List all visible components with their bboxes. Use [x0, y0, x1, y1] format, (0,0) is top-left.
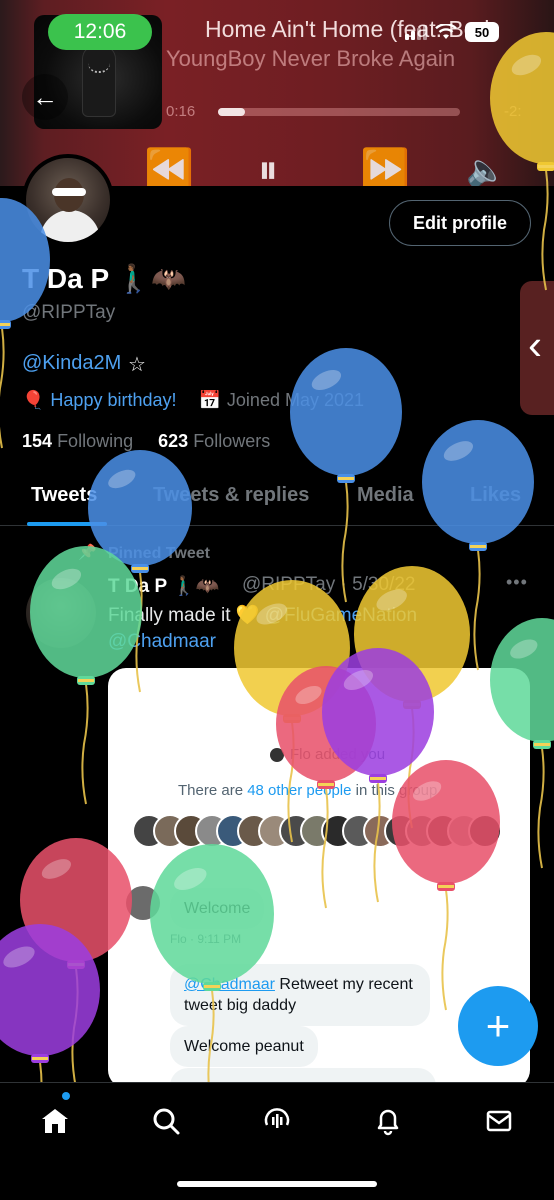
dm-member-avatar — [468, 814, 502, 848]
playback-progress-bar[interactable] — [218, 108, 460, 116]
airplay-speaker-icon[interactable]: 🔈 — [466, 150, 506, 186]
active-tab-indicator — [27, 522, 107, 526]
status-time: 12:06 — [48, 14, 152, 50]
chevron-left-icon: ‹ — [528, 321, 542, 368]
profile-avatar[interactable] — [22, 154, 114, 246]
joined-date: Joined May 2021 — [226, 390, 365, 410]
spaces-icon — [264, 1108, 290, 1128]
tweet-avatar[interactable] — [26, 578, 96, 648]
search-icon — [153, 1108, 180, 1135]
dm-message-meta: Flo · 9:11 PM — [170, 932, 242, 946]
followers-link[interactable]: 623 Followers — [158, 431, 270, 451]
nav-home[interactable] — [33, 1099, 77, 1143]
dm-group-count: There are 48 other people in this group — [178, 782, 438, 799]
tweet-author-name[interactable]: T Da P 🚶🏾‍♂️🦇 — [108, 574, 219, 598]
profile-meta-row: 🎈 Happy birthday! 📅 Joined May 2021 — [22, 390, 364, 411]
home-icon — [42, 1109, 68, 1133]
rewind-icon[interactable]: ⏪ — [144, 150, 194, 186]
dm-sender-avatar — [126, 886, 160, 920]
compose-tweet-button[interactable]: + — [458, 986, 538, 1066]
home-notification-dot — [62, 1092, 70, 1100]
dm-message-peanut: Welcome peanut — [170, 1026, 318, 1067]
pause-icon[interactable]: ⏸ — [258, 150, 278, 186]
fast-forward-icon[interactable]: ⏩ — [360, 150, 410, 186]
nav-search[interactable] — [144, 1099, 188, 1143]
bio-mention-link[interactable]: @Kinda2M — [22, 352, 121, 375]
cellular-signal-icon — [405, 24, 427, 40]
dm-message-retweet: @Chadmaar Retweet my recent tweet big da… — [170, 964, 430, 1026]
nav-notifications[interactable] — [366, 1099, 410, 1143]
more-options-icon[interactable]: ••• — [506, 572, 528, 593]
pin-icon: 📌 — [78, 544, 97, 561]
balloon-icon: 🎈 — [22, 390, 45, 410]
profile-handle: @RIPPTay — [22, 302, 116, 323]
nav-messages[interactable] — [477, 1099, 521, 1143]
playback-progress-fill — [218, 108, 245, 116]
home-indicator — [177, 1181, 377, 1187]
tab-tweets-replies[interactable]: Tweets & replies — [153, 484, 309, 507]
messages-icon — [486, 1110, 512, 1132]
birthday-text: Happy birthday! — [50, 390, 177, 410]
side-panel-handle[interactable]: ‹ — [520, 281, 554, 415]
calendar-icon: 📅 — [198, 390, 221, 410]
profile-display-name: T Da P 🚶🏾‍♂️🦇 — [22, 263, 187, 294]
elapsed-time: 0:16 — [166, 103, 196, 120]
dm-added-notice: Flo added you — [270, 746, 385, 763]
bio-star: ☆ — [128, 354, 146, 376]
notifications-icon — [377, 1109, 399, 1136]
tweet-handle-date: @RIPPTay · 5/30/22 — [242, 574, 416, 595]
following-link[interactable]: 154 Following — [22, 431, 133, 451]
edit-profile-button[interactable]: Edit profile — [389, 200, 531, 246]
tweet-text: Finally made it 💛 @FluGameNation — [108, 605, 418, 626]
status-icons: 50 — [405, 22, 499, 42]
remaining-time: -2: — [504, 103, 522, 120]
dm-message-welcome: Welcome — [170, 888, 265, 929]
balloon-icon — [422, 420, 534, 671]
follow-stats: 154 Following 623 Followers — [22, 431, 270, 452]
profile-tabs: Tweets Tweets & replies Media Likes — [0, 472, 554, 526]
tweet-mention-flugamenation[interactable]: @FluGameNation — [265, 605, 417, 626]
pinned-tweet-label: Pinned Tweet — [108, 545, 210, 562]
back-arrow-icon[interactable]: ← — [22, 74, 68, 120]
tab-likes[interactable]: Likes — [470, 484, 521, 507]
wifi-icon — [435, 24, 457, 39]
song-artist: YoungBoy Never Broke Again — [166, 46, 456, 71]
tab-tweets[interactable]: Tweets — [31, 484, 97, 507]
tab-media[interactable]: Media — [357, 484, 414, 507]
battery-icon: 50 — [465, 22, 499, 42]
nav-spaces[interactable] — [255, 1099, 299, 1143]
tweet-mention-chadmaar[interactable]: @Chadmaar — [108, 631, 216, 653]
